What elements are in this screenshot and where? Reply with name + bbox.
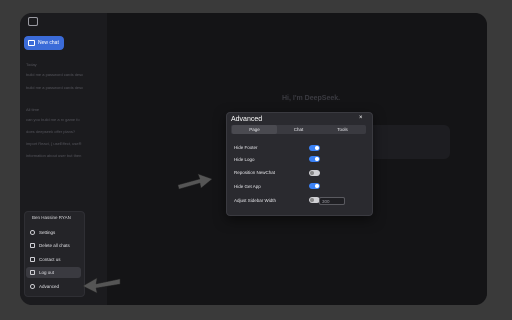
send-icon	[30, 257, 35, 262]
sidebar-width-input[interactable]: 300	[319, 197, 345, 205]
user-name: Ben Hassine RYAN	[32, 215, 71, 220]
setting-label-reposition-newchat: Reposition NewChat	[234, 170, 276, 175]
menu-item-label: Delete all chats	[39, 243, 70, 248]
setting-label-hide-get-app: Hide Get App	[234, 184, 261, 189]
tab-page[interactable]: Page	[232, 125, 277, 134]
menu-item-settings[interactable]: Settings	[26, 227, 81, 238]
menu-item-log-out[interactable]: Log out	[26, 267, 81, 278]
new-chat-label: New chat	[38, 40, 59, 46]
chat-history-item[interactable]: import React, { useEffect, useR	[26, 141, 82, 146]
menu-item-delete-all-chats[interactable]: Delete all chats	[26, 240, 81, 251]
chat-history-item[interactable]: build me a password cards desc	[26, 85, 83, 90]
menu-item-label: Log out	[39, 270, 55, 275]
chat-history-item[interactable]: build me a password cards desc	[26, 72, 83, 77]
pointer-arrow-to-advanced	[82, 277, 121, 294]
new-chat-button[interactable]: New chat	[24, 36, 64, 50]
logout-icon	[30, 270, 35, 275]
menu-item-label: Advanced	[39, 284, 60, 289]
menu-item-label: Settings	[39, 230, 56, 235]
setting-label-hide-logo: Hide Logo	[234, 157, 255, 162]
section-label-all-time: All time	[26, 107, 40, 112]
menu-item-label: Contact us	[39, 257, 61, 262]
trash-icon	[30, 243, 35, 248]
modal-title: Advanced	[231, 116, 263, 123]
setting-label-adjust-sidebar-width: Adjust Sidebar Width	[234, 198, 277, 203]
toggle-reposition-newchat[interactable]	[309, 170, 320, 176]
chat-history-item[interactable]: can you build me a rv game fo	[26, 117, 80, 122]
tab-chat[interactable]: Chat	[276, 125, 321, 134]
sidebar-toggle-icon[interactable]	[28, 17, 38, 26]
brand-greeting: Hi, I'm DeepSeek.	[282, 95, 341, 102]
toggle-hide-logo[interactable]	[309, 156, 320, 162]
section-label-today: Today	[26, 62, 37, 67]
chat-history-item[interactable]: information about user but then	[26, 153, 81, 158]
setting-label-hide-footer: Hide Footer	[234, 145, 258, 150]
close-icon[interactable]: ×	[359, 115, 363, 121]
chat-bubble-icon	[28, 40, 35, 46]
toggle-hide-footer[interactable]	[309, 145, 320, 151]
menu-item-advanced[interactable]: Advanced	[26, 281, 81, 292]
gear-icon	[30, 230, 35, 235]
menu-item-contact-us[interactable]: Contact us	[26, 254, 81, 265]
pointer-arrow-to-modal	[177, 173, 213, 190]
plus-icon	[30, 284, 35, 289]
tab-tools[interactable]: Tools	[320, 125, 365, 134]
toggle-hide-get-app[interactable]	[309, 183, 320, 189]
chat-history-item[interactable]: does deepseek offer plans?	[26, 129, 75, 134]
